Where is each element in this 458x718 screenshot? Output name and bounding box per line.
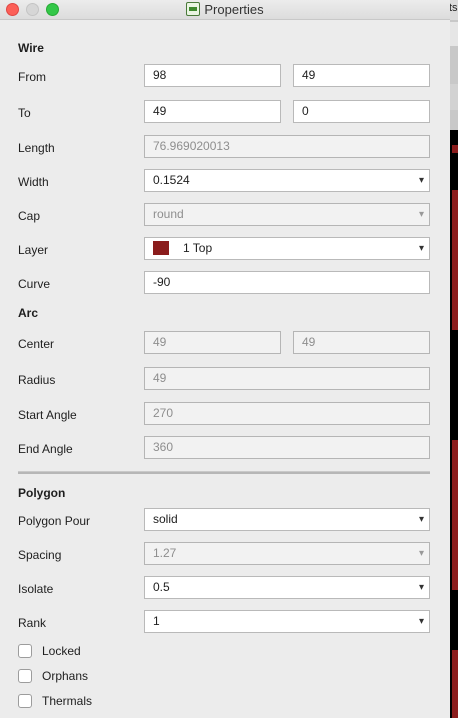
width-select-value: 0.1524: [153, 173, 190, 187]
rank-select-value: 1: [153, 614, 160, 628]
to-y-input[interactable]: 0: [293, 100, 430, 123]
section-divider: [18, 471, 430, 474]
spacing-select-value: 1.27: [153, 546, 177, 560]
app-icon: [186, 2, 201, 16]
thermals-checkbox-label: Thermals: [42, 694, 93, 708]
layer-color-swatch: [153, 241, 169, 255]
curve-label: Curve: [18, 277, 51, 291]
radius-label: Radius: [18, 373, 56, 387]
thermals-checkbox-box[interactable]: [18, 694, 32, 708]
titlebar: Properties: [0, 0, 450, 20]
layer-label: Layer: [18, 243, 49, 257]
board-trace: [452, 650, 458, 718]
background-toolbar-field: [450, 84, 458, 110]
length-field: 76.969020013: [144, 135, 430, 158]
board-trace: [452, 145, 458, 153]
background-window-titlebar: ts: [450, 0, 458, 20]
locked-checkbox-label: Locked: [42, 644, 81, 658]
spacing-select: 1.27: [144, 542, 430, 565]
background-window: ts: [450, 0, 458, 718]
curve-input[interactable]: -90: [144, 271, 430, 294]
isolate-select[interactable]: 0.5: [144, 576, 430, 599]
to-label: To: [18, 106, 31, 120]
background-board-canvas: [450, 130, 458, 718]
locked-checkbox-box[interactable]: [18, 644, 32, 658]
window-title-wrap: Properties: [0, 2, 450, 17]
background-toolbar: [450, 22, 458, 46]
board-trace: [452, 440, 458, 590]
section-heading-arc: Arc: [18, 306, 39, 320]
width-label: Width: [18, 175, 49, 189]
start-angle-field: 270: [144, 402, 430, 425]
rank-label: Rank: [18, 616, 47, 630]
spacing-label: Spacing: [18, 548, 62, 562]
end-angle-label: End Angle: [18, 442, 73, 456]
window-title: Properties: [204, 2, 264, 17]
width-select[interactable]: 0.1524: [144, 169, 430, 192]
polygon-pour-select-value: solid: [153, 512, 178, 526]
cap-select: round: [144, 203, 430, 226]
section-heading-wire: Wire: [18, 41, 44, 55]
start-angle-label: Start Angle: [18, 408, 77, 422]
orphans-checkbox-label: Orphans: [42, 669, 89, 683]
polygon-pour-select[interactable]: solid: [144, 508, 430, 531]
end-angle-field: 360: [144, 436, 430, 459]
rank-select[interactable]: 1: [144, 610, 430, 633]
radius-field: 49: [144, 367, 430, 390]
to-x-input[interactable]: 49: [144, 100, 281, 123]
from-label: From: [18, 70, 46, 84]
background-window-title: ts: [450, 2, 458, 14]
polygon-pour-label: Polygon Pour: [18, 514, 91, 528]
center-y-field: 49: [293, 331, 430, 354]
from-y-input[interactable]: 49: [293, 64, 430, 87]
section-heading-polygon: Polygon: [18, 486, 66, 500]
cap-label: Cap: [18, 209, 41, 223]
orphans-checkbox-box[interactable]: [18, 669, 32, 683]
center-label: Center: [18, 337, 55, 351]
properties-window: Properties Wire From 98 49 To 49 0 Lengt…: [0, 0, 450, 718]
from-x-input[interactable]: 98: [144, 64, 281, 87]
isolate-label: Isolate: [18, 582, 54, 596]
layer-select-value: 1 Top: [183, 241, 213, 255]
isolate-select-value: 0.5: [153, 580, 170, 594]
length-label: Length: [18, 141, 55, 155]
cap-select-value: round: [153, 207, 184, 221]
center-x-field: 49: [144, 331, 281, 354]
board-trace: [452, 190, 458, 330]
layer-select[interactable]: 1 Top: [144, 237, 430, 260]
